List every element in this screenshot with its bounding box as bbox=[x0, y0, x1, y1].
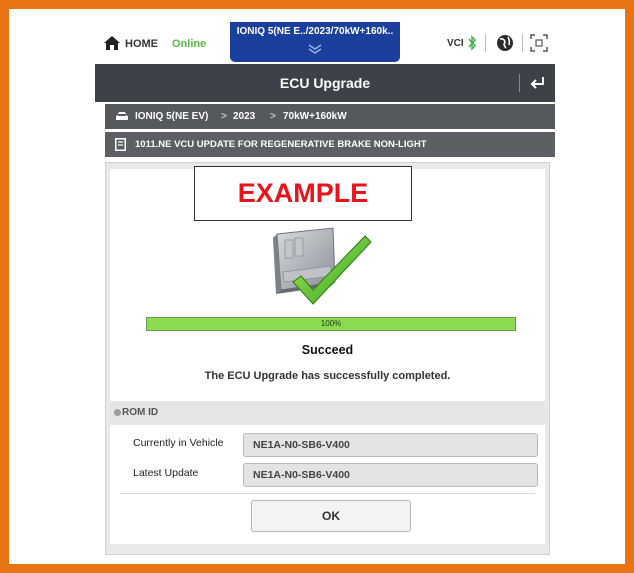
current-rom-field: NE1A-N0-SB6-V400 bbox=[243, 433, 538, 457]
update-title-bar: 1011.NE VCU UPDATE FOR REGENERATIVE BRAK… bbox=[105, 132, 555, 157]
titlebar-divider bbox=[519, 74, 520, 92]
bluetooth-icon bbox=[468, 35, 477, 51]
progress-percent: 100% bbox=[320, 319, 342, 328]
status-bar: HOME Online IONIQ 5(NE E../2023/70kW+160… bbox=[95, 22, 555, 64]
rom-id-header: ROM ID bbox=[110, 401, 545, 425]
ecu-success-icon bbox=[273, 227, 372, 305]
result-panel: EXAMPLE 100% Succeed The ECU Upgrade has… bbox=[105, 162, 550, 555]
latest-rom-field: NE1A-N0-SB6-V400 bbox=[243, 463, 538, 487]
example-watermark: EXAMPLE bbox=[194, 166, 412, 221]
breadcrumb-model[interactable]: IONIQ 5(NE EV) bbox=[135, 111, 208, 122]
title-bar: ECU Upgrade bbox=[95, 64, 555, 102]
rom-id-title: ROM ID bbox=[122, 407, 159, 418]
car-icon bbox=[116, 112, 128, 120]
breadcrumb: IONIQ 5(NE EV) > 2023 > 70kW+160kW bbox=[105, 104, 555, 129]
bullet-icon bbox=[114, 409, 121, 416]
current-rom-label: Currently in Vehicle bbox=[133, 437, 224, 449]
screen-capture-icon[interactable] bbox=[530, 34, 548, 52]
chevron-down-icon bbox=[308, 44, 322, 54]
breadcrumb-separator: > bbox=[270, 111, 276, 122]
statusbar-divider bbox=[485, 34, 486, 52]
update-title: 1011.NE VCU UPDATE FOR REGENERATIVE BRAK… bbox=[135, 139, 427, 150]
latest-rom-label: Latest Update bbox=[133, 467, 199, 479]
home-label[interactable]: HOME bbox=[125, 38, 158, 50]
ok-button[interactable]: OK bbox=[251, 500, 411, 532]
page-title: ECU Upgrade bbox=[279, 75, 371, 91]
online-status: Online bbox=[172, 38, 207, 50]
back-icon[interactable] bbox=[529, 74, 547, 92]
document-icon bbox=[115, 138, 126, 151]
progress-bar: 100% bbox=[146, 317, 516, 331]
divider bbox=[120, 493, 535, 494]
breadcrumb-separator: > bbox=[221, 111, 227, 122]
breadcrumb-year[interactable]: 2023 bbox=[233, 111, 255, 122]
breadcrumb-engine[interactable]: 70kW+160kW bbox=[283, 111, 347, 122]
globe-icon[interactable] bbox=[495, 33, 515, 53]
result-panel-content: EXAMPLE 100% Succeed The ECU Upgrade has… bbox=[110, 166, 545, 544]
home-icon[interactable] bbox=[103, 35, 121, 51]
vehicle-selector-tab[interactable]: IONIQ 5(NE E../2023/70kW+160k.. bbox=[230, 22, 400, 62]
status-message: The ECU Upgrade has successfully complet… bbox=[204, 370, 451, 382]
statusbar-divider bbox=[522, 34, 523, 52]
app-window: HOME Online IONIQ 5(NE E../2023/70kW+160… bbox=[95, 22, 555, 555]
vci-label: VCI bbox=[447, 38, 464, 49]
vehicle-tab-label: IONIQ 5(NE E../2023/70kW+160k.. bbox=[236, 26, 394, 37]
status-heading: Succeed bbox=[301, 343, 354, 357]
